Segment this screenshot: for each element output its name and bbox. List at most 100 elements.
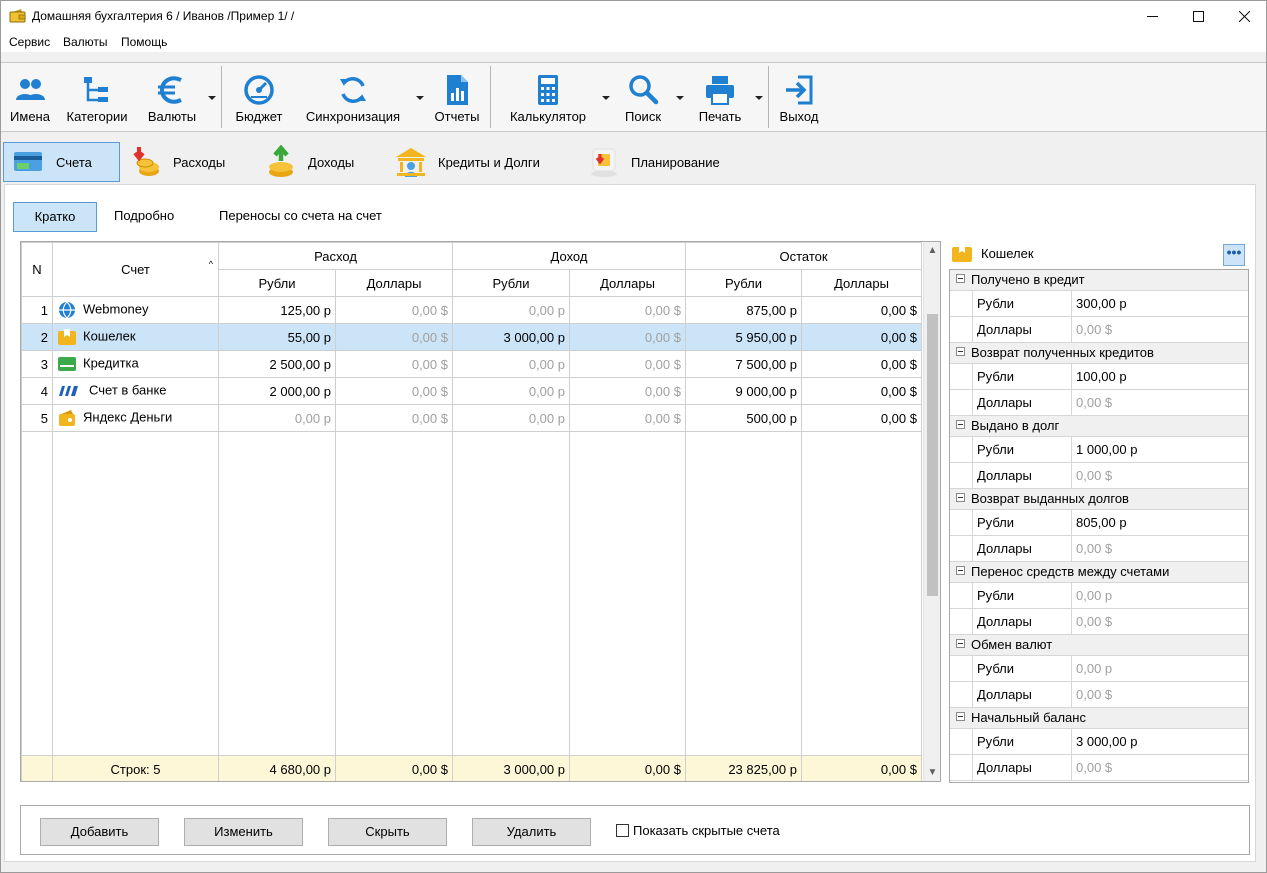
- property-row[interactable]: Рубли 100,00 р: [950, 364, 1248, 390]
- property-group-header[interactable]: Начальный баланс: [950, 708, 1248, 729]
- menu-service[interactable]: Сервис: [9, 35, 50, 49]
- show-hidden-checkbox[interactable]: [616, 824, 629, 837]
- cell-inc-rub: 0,00 р: [452, 404, 570, 432]
- module-tab-credits[interactable]: Кредиты и Долги: [394, 142, 574, 182]
- col-n-header[interactable]: N: [21, 242, 53, 297]
- add-button[interactable]: Добавить: [40, 818, 159, 846]
- menu-currencies[interactable]: Валюты: [63, 35, 108, 49]
- property-group-header[interactable]: Возврат полученных кредитов: [950, 343, 1248, 364]
- currencies-dropdown-arrow[interactable]: [208, 96, 216, 100]
- property-row[interactable]: Рубли 805,00 р: [950, 510, 1248, 536]
- property-row[interactable]: Доллары 0,00 $: [950, 682, 1248, 708]
- module-tab-accounts[interactable]: Счета: [3, 142, 120, 182]
- table-row[interactable]: 4 Счет в банке 2 000,00 р 0,00 $ 0,00 р …: [21, 377, 922, 405]
- action-bar: Добавить Изменить Скрыть Удалить Показат…: [20, 805, 1250, 855]
- collapse-icon[interactable]: [956, 420, 965, 429]
- toolbar-search-button[interactable]: Поиск: [615, 63, 671, 131]
- collapse-icon[interactable]: [956, 493, 965, 502]
- col-inc-usd-header[interactable]: Доллары: [569, 269, 686, 297]
- property-group-header[interactable]: Получено в кредит: [950, 270, 1248, 291]
- property-group-title: Начальный баланс: [971, 710, 1086, 725]
- col-exp-usd-header[interactable]: Доллары: [335, 269, 453, 297]
- module-tab-planning[interactable]: Планирование: [587, 142, 747, 182]
- toolbar-calculator-button[interactable]: Калькулятор: [501, 63, 595, 131]
- property-group: Обмен валют Рубли 0,00 р Доллары 0,00 $: [950, 635, 1248, 708]
- subtab-transfers[interactable]: Переносы со счета на счет: [207, 202, 394, 232]
- table-row[interactable]: 5 Яндекс Деньги 0,00 р 0,00 $ 0,00 р 0,0…: [21, 404, 922, 432]
- show-hidden-label[interactable]: Показать скрытые счета: [633, 823, 780, 838]
- toolbar-currencies-button[interactable]: Валюты: [141, 63, 203, 131]
- collapse-icon[interactable]: [956, 347, 965, 356]
- table-row-selected[interactable]: 2 Кошелек 55,00 р 0,00 $ 3 000,00 р 0,00…: [21, 323, 922, 351]
- toolbar-names-label: Имена: [10, 109, 50, 124]
- maximize-button[interactable]: [1175, 1, 1221, 32]
- toolbar-categories-button[interactable]: Категории: [59, 63, 135, 131]
- scrollbar-thumb[interactable]: [927, 314, 938, 596]
- property-value: 1 000,00 р: [1076, 442, 1138, 457]
- property-row[interactable]: Рубли 3 000,00 р: [950, 729, 1248, 755]
- subtab-brief[interactable]: Кратко: [13, 202, 97, 232]
- scroll-up-icon[interactable]: ▲: [924, 242, 940, 259]
- property-row[interactable]: Доллары 0,00 $: [950, 463, 1248, 489]
- cell-bal-usd: 0,00 $: [801, 404, 922, 432]
- table-empty-area: [21, 431, 922, 756]
- property-row[interactable]: Доллары 0,00 $: [950, 536, 1248, 562]
- toolbar-print-button[interactable]: Печать: [691, 63, 749, 131]
- property-row[interactable]: Рубли 0,00 р: [950, 656, 1248, 682]
- property-group-header[interactable]: Перенос средств между счетами: [950, 562, 1248, 583]
- close-button[interactable]: [1221, 1, 1267, 32]
- more-options-button[interactable]: •••: [1223, 244, 1245, 266]
- scroll-down-icon[interactable]: ▼: [924, 764, 940, 781]
- property-key: Доллары: [972, 463, 1072, 488]
- property-row[interactable]: Доллары 0,00 $: [950, 609, 1248, 635]
- property-key: Рубли: [972, 510, 1072, 535]
- print-dropdown-arrow[interactable]: [755, 96, 763, 100]
- collapse-icon[interactable]: [956, 712, 965, 721]
- table-row[interactable]: 1 Webmoney 125,00 р 0,00 $ 0,00 р 0,00 $…: [21, 296, 922, 324]
- property-row[interactable]: Доллары 0,00 $: [950, 755, 1248, 781]
- app-wallet-icon: [9, 9, 26, 23]
- collapse-icon[interactable]: [956, 566, 965, 575]
- property-group-header[interactable]: Возврат выданных долгов: [950, 489, 1248, 510]
- edit-button[interactable]: Изменить: [184, 818, 303, 846]
- delete-button[interactable]: Удалить: [472, 818, 591, 846]
- collapse-icon[interactable]: [956, 274, 965, 283]
- search-dropdown-arrow[interactable]: [676, 96, 684, 100]
- toolbar-names-button[interactable]: Имена: [5, 63, 55, 131]
- footer-rows-count: Строк: 5: [52, 755, 219, 781]
- minimize-button[interactable]: [1129, 1, 1175, 32]
- cell-bal-rub: 7 500,00 р: [685, 350, 802, 378]
- property-row[interactable]: Рубли 0,00 р: [950, 583, 1248, 609]
- property-row[interactable]: Доллары 0,00 $: [950, 390, 1248, 416]
- col-bal-usd-header[interactable]: Доллары: [801, 269, 922, 297]
- toolbar-separator: [490, 66, 491, 128]
- property-group-title: Получено в кредит: [971, 272, 1085, 287]
- toolbar-sync-button[interactable]: Синхронизация: [297, 63, 409, 131]
- module-tab-expenses[interactable]: Расходы: [129, 142, 249, 182]
- col-account-header[interactable]: Счет ^: [52, 242, 219, 297]
- yandex-money-wallet-icon: [59, 410, 75, 426]
- footer-bal-usd: 0,00 $: [801, 755, 922, 781]
- row-n: 3: [21, 350, 53, 378]
- toolbar-exit-button[interactable]: Выход: [773, 63, 825, 131]
- calculator-dropdown-arrow[interactable]: [602, 96, 610, 100]
- col-exp-rub-header[interactable]: Рубли: [218, 269, 336, 297]
- grid-vertical-scrollbar[interactable]: ▲ ▼: [923, 242, 940, 781]
- toolbar-reports-button[interactable]: Отчеты: [429, 63, 485, 131]
- sync-dropdown-arrow[interactable]: [416, 96, 424, 100]
- module-tab-income[interactable]: Доходы: [264, 142, 379, 182]
- cell-bal-usd: 0,00 $: [801, 350, 922, 378]
- hide-button[interactable]: Скрыть: [328, 818, 447, 846]
- property-group-header[interactable]: Обмен валют: [950, 635, 1248, 656]
- collapse-icon[interactable]: [956, 639, 965, 648]
- table-row[interactable]: 3 Кредитка 2 500,00 р 0,00 $ 0,00 р 0,00…: [21, 350, 922, 378]
- property-row[interactable]: Доллары 0,00 $: [950, 317, 1248, 343]
- property-group-header[interactable]: Выдано в долг: [950, 416, 1248, 437]
- property-row[interactable]: Рубли 300,00 р: [950, 291, 1248, 317]
- property-row[interactable]: Рубли 1 000,00 р: [950, 437, 1248, 463]
- col-inc-rub-header[interactable]: Рубли: [452, 269, 570, 297]
- subtab-detailed[interactable]: Подробно: [102, 202, 186, 232]
- toolbar-budget-button[interactable]: Бюджет: [227, 63, 291, 131]
- menu-help[interactable]: Помощь: [121, 35, 167, 49]
- col-bal-rub-header[interactable]: Рубли: [685, 269, 802, 297]
